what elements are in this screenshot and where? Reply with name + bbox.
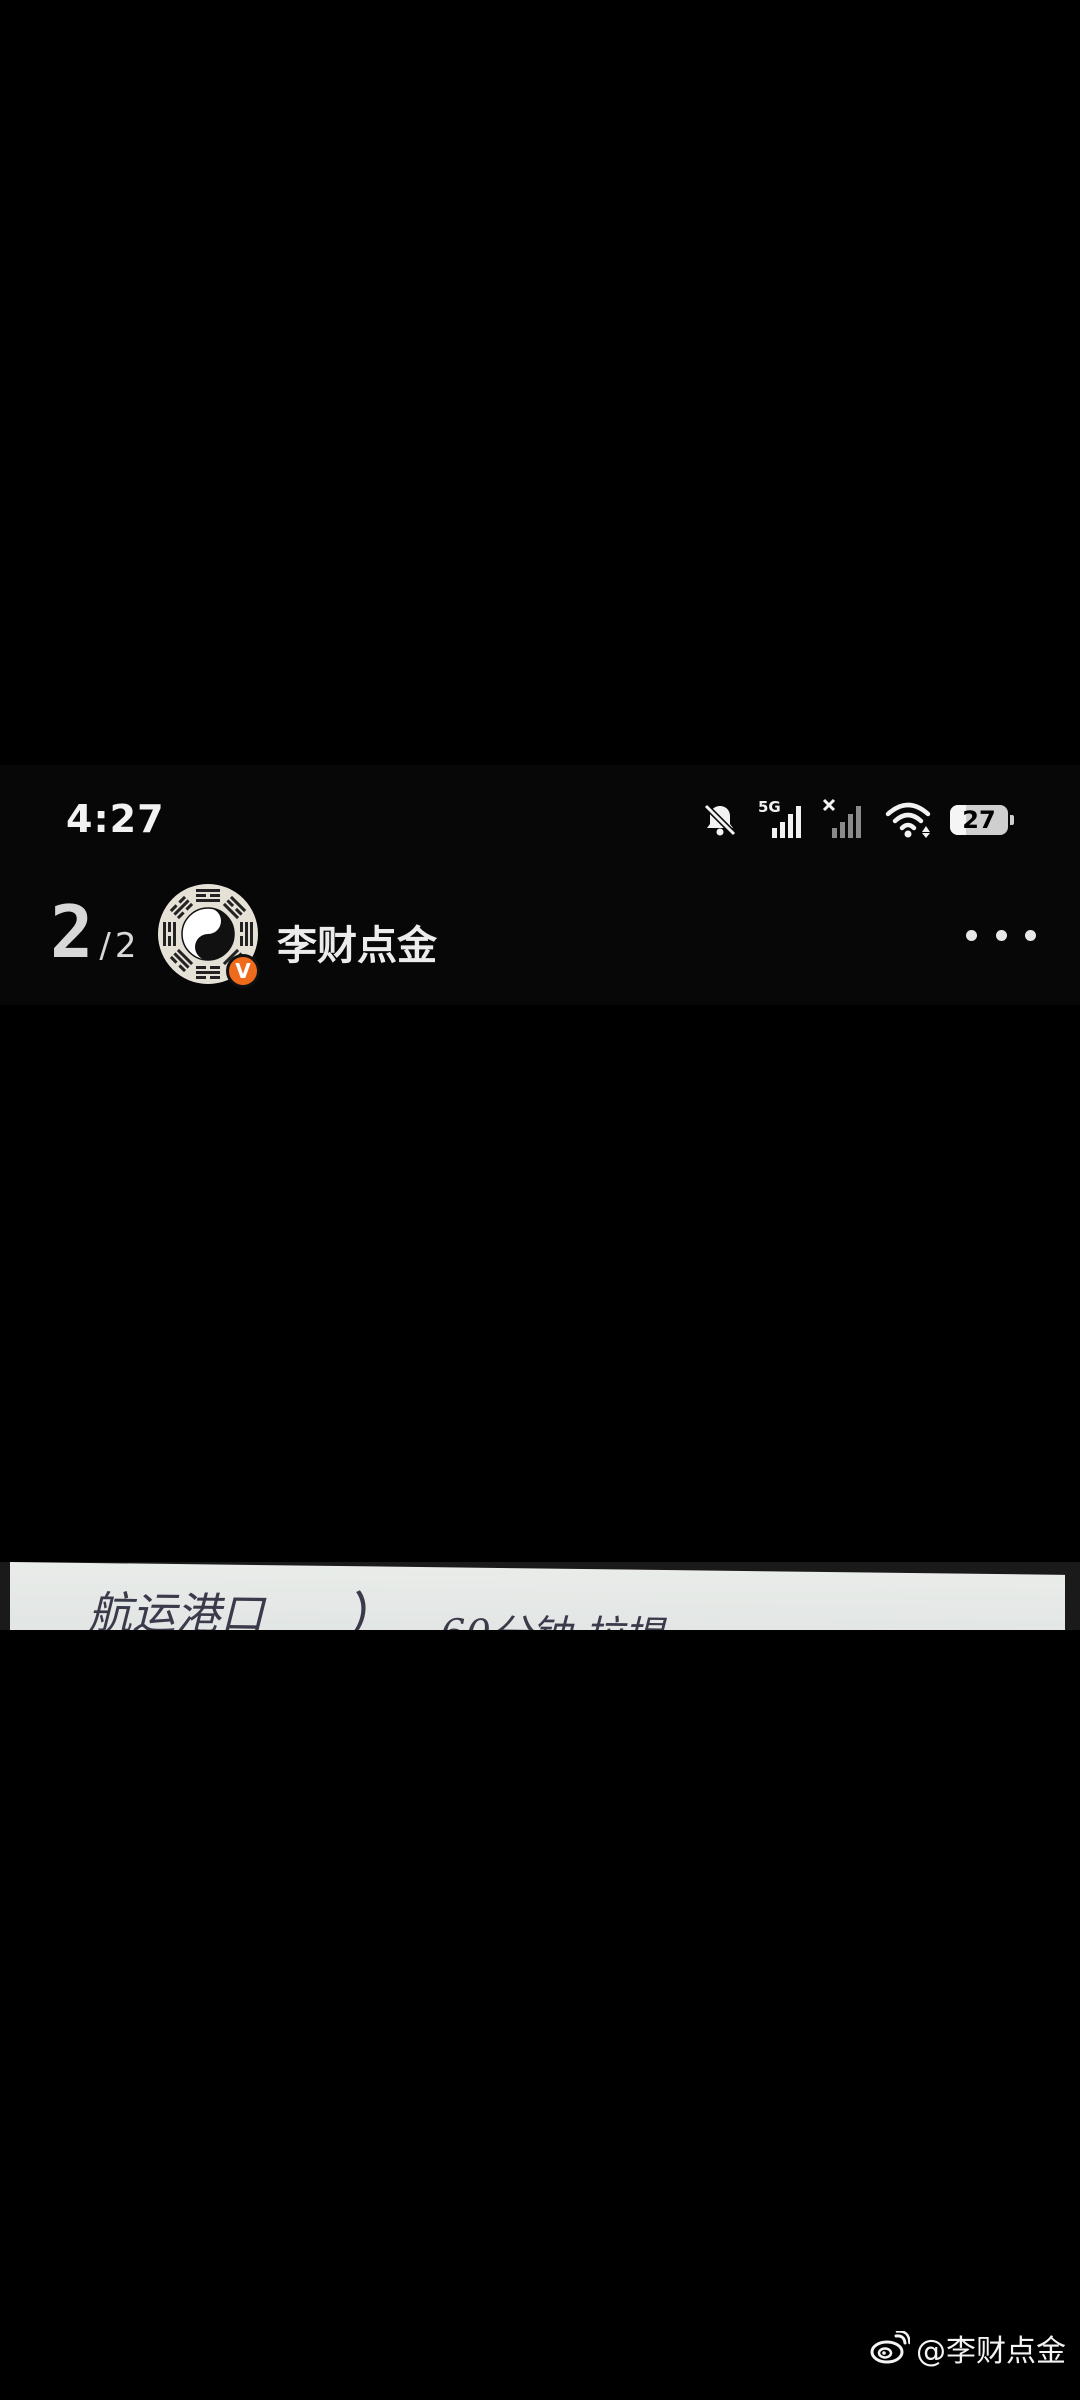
status-icons: 5G 27 xyxy=(700,796,1014,844)
counter-total: 2 xyxy=(114,926,137,966)
paper-sheet: 航运港口 ） 60分钟 拉提 xyxy=(10,1562,1065,1630)
image-viewer-screen: 4:27 5G 27 2 / 2 V 李财点金 航运港口 ） @李财点金 xyxy=(0,0,1080,2400)
signal-no-sim-icon xyxy=(822,798,866,842)
signal-5g-icon: 5G xyxy=(758,798,804,842)
photo-strip: 航运港口 ） 60分钟 拉提 xyxy=(0,1562,1080,1630)
more-options-button[interactable] xyxy=(966,915,1036,955)
counter-current: 2 xyxy=(50,890,93,974)
verified-badge: V xyxy=(226,954,260,988)
battery-icon: 27 xyxy=(950,805,1014,835)
handwriting-line-2: ） xyxy=(342,1587,398,1630)
counter-separator: / xyxy=(99,926,111,966)
handwriting-line-3: 60分钟 拉提 xyxy=(440,1601,664,1630)
status-time: 4:27 xyxy=(66,797,165,841)
watermark: @李财点金 xyxy=(870,2326,1066,2370)
more-horizontal-icon xyxy=(966,929,977,941)
handwriting-line-1: 航运港口 xyxy=(88,1587,264,1630)
weibo-logo-icon xyxy=(870,2331,910,2364)
network-label: 5G xyxy=(758,798,781,816)
username[interactable]: 李财点金 xyxy=(277,913,437,971)
image-counter: 2 / 2 xyxy=(50,890,136,974)
bell-off-icon xyxy=(700,800,740,840)
watermark-text: @李财点金 xyxy=(916,2334,1066,2369)
battery-level: 27 xyxy=(962,806,996,834)
wifi-icon xyxy=(884,800,932,840)
